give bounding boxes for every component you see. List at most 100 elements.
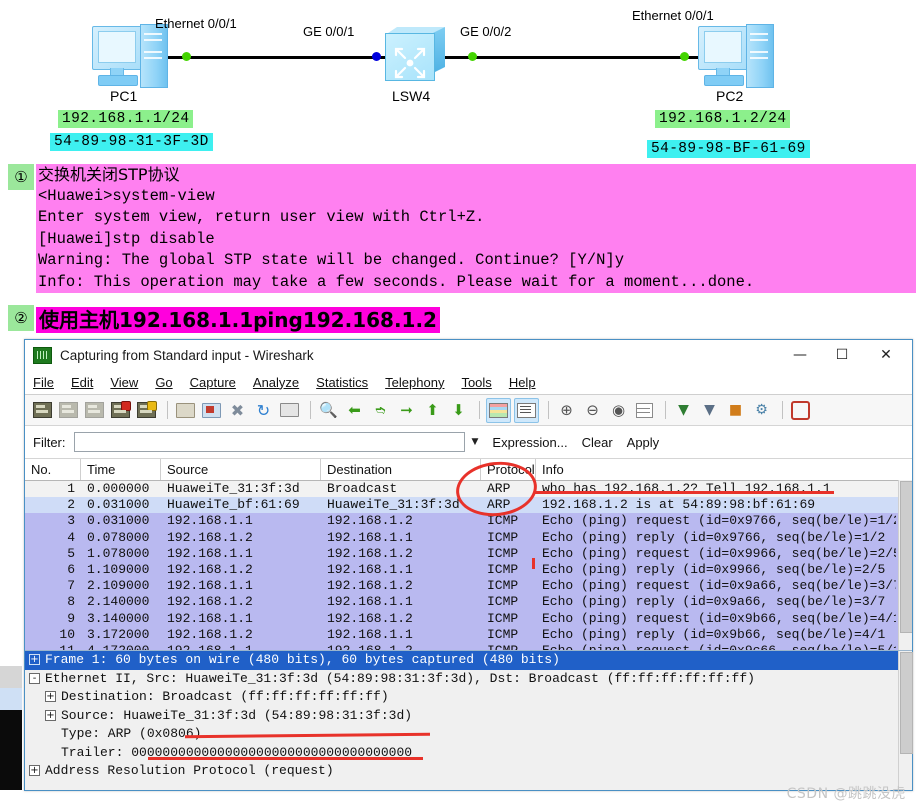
close-file-icon[interactable]: ✖ [226, 399, 249, 422]
link-dot-lsw4-right [468, 52, 477, 61]
zoom-out-icon[interactable]: ⊖ [581, 399, 604, 422]
cell-info: Echo (ping) request (id=0x9766, seq(be/l… [542, 513, 896, 529]
expand-icon[interactable]: + [29, 654, 40, 666]
menu-help-label: Help [508, 374, 536, 390]
go-first-packet-icon[interactable]: ⬆ [421, 399, 444, 422]
start-capture-icon[interactable] [31, 399, 54, 422]
link-dot-lsw4-left [372, 52, 381, 61]
table-row[interactable]: 10 3.172000 192.168.1.2 192.168.1.1 ICMP Echo… [25, 626, 912, 643]
table-row[interactable]: 3 0.031000 192.168.1.1 192.168.1.2 ICMP Echo … [25, 513, 912, 530]
expand-icon[interactable]: + [29, 765, 40, 777]
capture-options-icon[interactable] [109, 399, 132, 422]
link-dot-pc2 [680, 52, 689, 61]
packet-detail-row[interactable]: + Frame 1: 60 bytes on wire (480 bits), 6… [25, 651, 912, 670]
capture-filter-icon[interactable]: ▼ [672, 399, 695, 422]
packet-detail-row[interactable]: + Source: HuaweiTe_31:3f:3d (54:89:98:31:… [25, 707, 912, 726]
display-filter-icon[interactable]: ▼ [698, 399, 721, 422]
table-row[interactable]: 2 0.031000 HuaweiTe_bf:61:69 HuaweiTe_31:3f… [25, 497, 912, 514]
filter-input[interactable] [73, 432, 465, 452]
clear-button[interactable]: Clear [582, 435, 613, 450]
stop-capture-icon[interactable] [57, 399, 80, 422]
table-row[interactable]: 6 1.109000 192.168.1.2 192.168.1.1 ICMP Echo … [25, 561, 912, 579]
table-row[interactable]: 1 0.000000 HuaweiTe_31:3f:3d Broadcast ARP wh… [25, 481, 912, 498]
menu-file[interactable]: File [33, 375, 54, 390]
resize-columns-icon[interactable] [633, 399, 656, 422]
minimize-button[interactable]: — [780, 340, 820, 370]
help-icon[interactable] [789, 399, 812, 422]
coloring-rules-icon[interactable]: ■ [724, 399, 747, 422]
menu-go[interactable]: Go [155, 375, 172, 390]
zoom-reset-icon[interactable]: ◉ [607, 399, 630, 422]
packet-details-scroll-thumb[interactable] [900, 652, 913, 754]
find-packet-icon[interactable]: 🔍 [317, 399, 340, 422]
menu-statistics[interactable]: Statistics [316, 375, 368, 390]
column-header-destination[interactable]: Destination [321, 459, 481, 480]
packet-detail-row[interactable]: + Address Resolution Protocol (request) [25, 762, 912, 781]
table-row[interactable]: 8 2.140000 192.168.1.2 192.168.1.1 ICMP Echo … [25, 594, 912, 611]
column-header-info[interactable]: Info [536, 459, 896, 480]
packet-list-scroll-thumb[interactable] [900, 481, 912, 633]
table-row[interactable]: 5 1.078000 192.168.1.1 192.168.1.2 ICMP Echo … [25, 545, 912, 562]
packet-detail-row[interactable]: Trailer: 0000000000000000000000000000000… [25, 744, 912, 763]
expand-icon[interactable]: + [45, 691, 56, 703]
cell-no: 2 [67, 497, 75, 513]
packet-detail-text: Type: ARP (0x0806) [61, 726, 202, 741]
menu-telephony[interactable]: Telephony [385, 375, 444, 390]
close-button[interactable]: ✕ [866, 340, 906, 370]
packet-detail-row[interactable]: - Ethernet II, Src: HuaweiTe_31:3f:3d (54… [25, 670, 912, 689]
column-header-protocol[interactable]: Protocol [481, 459, 536, 480]
cell-source: 192.168.1.2 [167, 529, 253, 545]
zoom-in-icon[interactable]: ⊕ [555, 399, 578, 422]
reload-icon[interactable]: ↻ [252, 399, 275, 422]
pc1-icon [90, 22, 168, 94]
expand-icon[interactable]: + [45, 709, 56, 721]
packet-rows-container: 1 0.000000 HuaweiTe_31:3f:3d Broadcast ARP wh… [25, 481, 912, 665]
collapse-icon[interactable]: - [29, 672, 40, 684]
cell-info: Echo (ping) request (id=0x9a66, seq(be/l… [542, 578, 896, 594]
maximize-button[interactable]: ☐ [822, 340, 862, 370]
column-header-source[interactable]: Source [161, 459, 321, 480]
column-header-no[interactable]: No. [25, 459, 81, 480]
column-header-time[interactable]: Time [81, 459, 161, 480]
packet-details-pane[interactable]: + Frame 1: 60 bytes on wire (480 bits), 6… [25, 650, 913, 790]
menu-analyze[interactable]: Analyze [253, 375, 299, 390]
table-row[interactable]: 7 2.109000 192.168.1.1 192.168.1.2 ICMP Echo … [25, 578, 912, 595]
packet-details-scrollbar[interactable] [898, 651, 913, 790]
table-row[interactable]: 4 0.078000 192.168.1.2 192.168.1.1 ICMP Echo … [25, 529, 912, 546]
cell-protocol: ARP [487, 497, 511, 513]
colorize-packet-list-icon[interactable] [486, 397, 511, 423]
open-file-icon[interactable] [174, 399, 197, 422]
go-forward-icon[interactable]: ➬ [369, 399, 392, 422]
lsw4-name-label: LSW4 [392, 88, 431, 104]
preferences-icon[interactable]: ⚙ [750, 399, 773, 422]
expression-button[interactable]: Expression... [492, 435, 567, 450]
save-file-icon[interactable] [200, 399, 223, 422]
go-back-icon[interactable]: ⬅ [343, 399, 366, 422]
menu-help[interactable]: Help [509, 375, 536, 390]
packet-list-pane[interactable]: No. Time Source Destination Protocol Inf… [25, 459, 912, 665]
cell-protocol: ICMP [487, 513, 519, 529]
capture-filters-icon[interactable] [135, 399, 158, 422]
packet-list-scrollbar[interactable] [898, 480, 912, 665]
menu-view[interactable]: View [110, 375, 138, 390]
menu-capture[interactable]: Capture [190, 375, 236, 390]
print-icon[interactable] [278, 399, 301, 422]
cell-info: who has 192.168.1.2? Tell 192.168.1.1 [542, 481, 831, 496]
go-last-packet-icon[interactable]: ⬇ [447, 399, 470, 422]
cell-time: 0.000000 [87, 481, 150, 496]
menu-tools[interactable]: Tools [461, 375, 491, 390]
cell-no: 9 [67, 610, 75, 626]
console-line: Info: This operation may take a few seco… [38, 272, 755, 291]
go-to-packet-icon[interactable]: ➞ [395, 399, 418, 422]
auto-scroll-icon[interactable] [514, 397, 539, 423]
cell-destination: 192.168.1.2 [327, 513, 413, 529]
apply-button[interactable]: Apply [627, 435, 660, 450]
menu-edit[interactable]: Edit [71, 375, 93, 390]
chevron-down-icon[interactable]: ▼ [472, 437, 479, 447]
table-row[interactable]: 9 3.140000 192.168.1.1 192.168.1.2 ICMP Echo … [25, 610, 912, 627]
packet-detail-row[interactable]: + Destination: Broadcast (ff:ff:ff:ff:ff:… [25, 688, 912, 707]
cell-source: 192.168.1.1 [167, 610, 253, 626]
packet-detail-row[interactable]: Type: ARP (0x0806) [25, 725, 912, 744]
restart-capture-icon[interactable] [83, 399, 106, 422]
menu-telephony-label: Telephony [385, 374, 445, 390]
